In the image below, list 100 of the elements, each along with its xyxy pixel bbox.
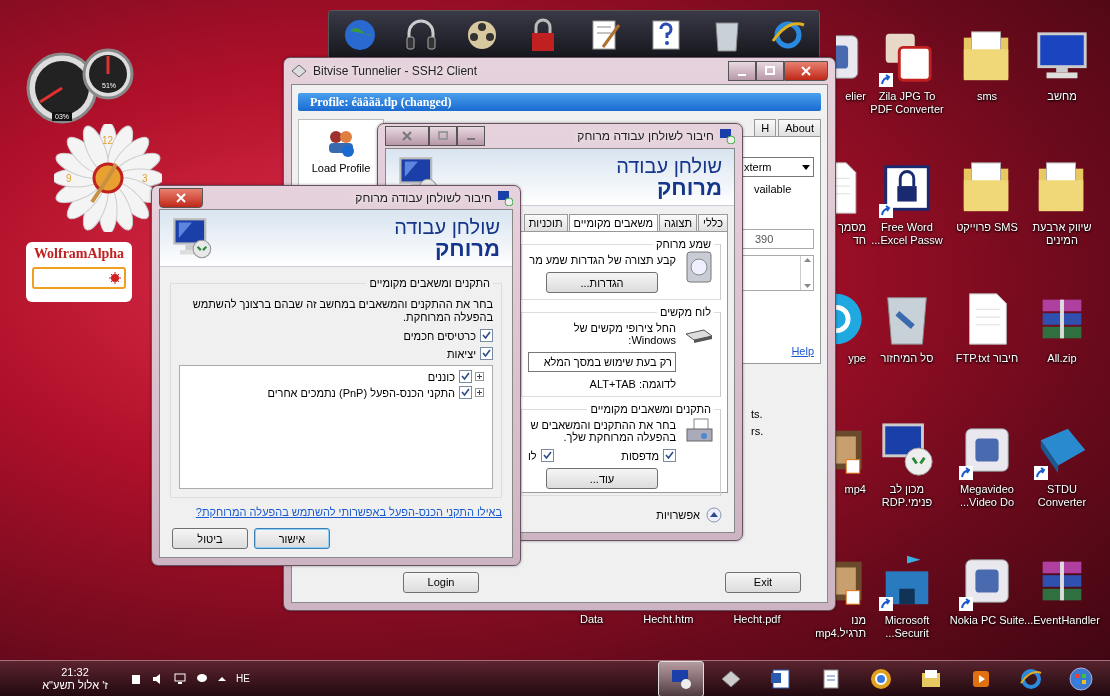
- checkbox[interactable]: [459, 370, 472, 383]
- maximize-button[interactable]: [756, 61, 784, 81]
- group-title: לוח מקשים: [656, 306, 714, 318]
- profile-bar: Profile: éäâãä.tlp (changed): [298, 93, 821, 111]
- group-title: שמע מרוחק: [653, 238, 714, 250]
- network-icon[interactable]: [174, 672, 186, 685]
- taskbar-button[interactable]: [658, 660, 704, 696]
- window-title: חיבור לשולחן עבודה מרוחק: [577, 129, 714, 143]
- checkbox-label: כוננים: [427, 370, 455, 383]
- dropdown[interactable]: רק בעת שימוש במסך המלא: [528, 352, 676, 372]
- icon-label[interactable]: Free Word Excel Passw...: [867, 221, 947, 247]
- icon-label[interactable]: mp4: [844, 483, 866, 496]
- status-text: vailable: [753, 183, 793, 195]
- terminal-select[interactable]: xterm: [740, 157, 814, 177]
- close-icon: [176, 192, 186, 203]
- banner-title: מרוחק: [656, 177, 722, 199]
- maximize-icon: [765, 66, 775, 76]
- app-icon: [291, 63, 307, 79]
- tab[interactable]: תוכניות: [523, 214, 568, 231]
- checkbox-label: התקני הכנס-הפעל (PnP) נתמכים אחרים: [267, 386, 455, 399]
- dialog-button[interactable]: ביטול: [172, 528, 248, 549]
- tab[interactable]: משאבים מקומיים: [568, 214, 658, 231]
- options-toggle[interactable]: אפשרויות: [656, 509, 700, 521]
- checkmark-icon: [542, 451, 552, 460]
- tab[interactable]: תצוגה: [658, 214, 698, 231]
- collapse-icon[interactable]: [706, 507, 722, 523]
- icon-label[interactable]: SMS פרוייקט: [956, 221, 1018, 234]
- icon-label[interactable]: Hecht.pdf: [733, 613, 781, 626]
- expand-icon[interactable]: [475, 372, 484, 381]
- minimize-icon: [738, 74, 746, 76]
- icon-label[interactable]: Zila JPG To PDF Converter: [867, 90, 947, 116]
- app-icon: [497, 189, 513, 206]
- close-button[interactable]: [784, 61, 828, 81]
- minimize-button[interactable]: [457, 126, 485, 146]
- tab[interactable]: כללי: [698, 214, 728, 231]
- help-link[interactable]: Help: [791, 345, 814, 357]
- clock-gadget: 12 9 3: [54, 124, 162, 232]
- text-fragment: ts.: [750, 408, 764, 422]
- icon-label[interactable]: All.zip: [1047, 352, 1077, 365]
- maximize-button[interactable]: [429, 126, 457, 146]
- power-icon[interactable]: [130, 672, 142, 685]
- tab[interactable]: H: [754, 119, 777, 136]
- checkbox-label: יציאות: [446, 347, 476, 360]
- icon-label[interactable]: elier: [845, 90, 866, 103]
- tab[interactable]: About: [778, 119, 821, 136]
- sidebar-item[interactable]: Load Profile: [311, 128, 371, 174]
- monitor-icon: [170, 216, 214, 260]
- banner-title: שולחן עבודה: [394, 216, 500, 238]
- minimize-icon: [467, 138, 475, 140]
- checkbox[interactable]: [480, 347, 493, 360]
- more-button[interactable]: עוד...: [546, 468, 658, 489]
- checkmark-icon: [665, 451, 674, 460]
- close-button[interactable]: [385, 126, 429, 146]
- close-button[interactable]: [159, 187, 203, 208]
- dialog-button[interactable]: Login: [403, 571, 479, 593]
- scroll-up-icon[interactable]: [803, 258, 811, 262]
- icon-label[interactable]: מסמך חד: [837, 221, 866, 247]
- icon-label[interactable]: Microsoft Securit...: [867, 614, 947, 640]
- expand-icon[interactable]: [475, 388, 484, 397]
- window-title: Bitvise Tunnelier - SSH2 Client: [313, 64, 478, 78]
- caret-icon[interactable]: [218, 674, 226, 683]
- dialog-button[interactable]: Exit: [725, 571, 801, 593]
- icon-label[interactable]: ype: [848, 352, 866, 365]
- checkbox[interactable]: [480, 329, 493, 342]
- icon-label[interactable]: EventHandler...: [1024, 614, 1100, 627]
- group-title: התקנים ומשאבים מקומיים: [366, 277, 493, 289]
- icon-label[interactable]: Hecht.htm: [643, 613, 694, 626]
- icon-label[interactable]: מנו תרגיל.mp4: [815, 614, 866, 640]
- group-text: החל צירופי מקשים של Windows:: [572, 322, 676, 346]
- icon-label[interactable]: Megavideo Video Do...: [948, 483, 1026, 509]
- banner-title: שולחן עבודה: [616, 155, 722, 177]
- help-link[interactable]: באילו התקני הכנס-הפעל באפשרותי להשתמש בהפעלה המרוחקת?: [170, 506, 502, 518]
- start-orb-icon: [1069, 666, 1093, 691]
- banner-title: מרוחק: [434, 238, 500, 260]
- scroll-down-icon[interactable]: [803, 284, 811, 288]
- icon-label[interactable]: Data: [580, 613, 604, 626]
- group-description: בחר את ההתקנים והמשאבים במחשב זה שבהם ברצונך להשתמש בהפעלה המרוחקת.: [191, 298, 493, 324]
- maximize-icon: [438, 131, 448, 141]
- icon-label[interactable]: Nokia PC Suite: [949, 614, 1025, 627]
- dialog-button[interactable]: אישור: [254, 528, 330, 549]
- word-document-icon: [769, 666, 793, 691]
- icon-label[interactable]: שיווק ארבעת המינים: [1026, 221, 1098, 247]
- icon-label[interactable]: חיבור FTP.txt: [955, 352, 1019, 365]
- settings-button[interactable]: הגדרות...: [546, 272, 658, 293]
- gadget-logo: WolframAlpha: [33, 246, 125, 262]
- icon-label[interactable]: מחשב: [1047, 90, 1077, 103]
- chat-icon[interactable]: [196, 672, 208, 685]
- icon-label[interactable]: STDU Converter: [1026, 483, 1098, 509]
- icon-label[interactable]: מכון לב פנימי.RDP: [867, 483, 947, 509]
- checkbox-label: כרטיסים חכמים: [403, 329, 476, 342]
- icon-label[interactable]: sms: [976, 90, 998, 103]
- close-icon: [801, 66, 811, 76]
- checkbox[interactable]: [540, 449, 554, 462]
- people-icon: [326, 128, 356, 158]
- icon-label[interactable]: סל המיחזור: [880, 352, 934, 365]
- language-indicator[interactable]: HE: [236, 673, 250, 684]
- checkbox[interactable]: [663, 449, 676, 462]
- search-field[interactable]: [32, 267, 126, 289]
- checkbox[interactable]: [459, 386, 472, 399]
- minimize-button[interactable]: [728, 61, 756, 81]
